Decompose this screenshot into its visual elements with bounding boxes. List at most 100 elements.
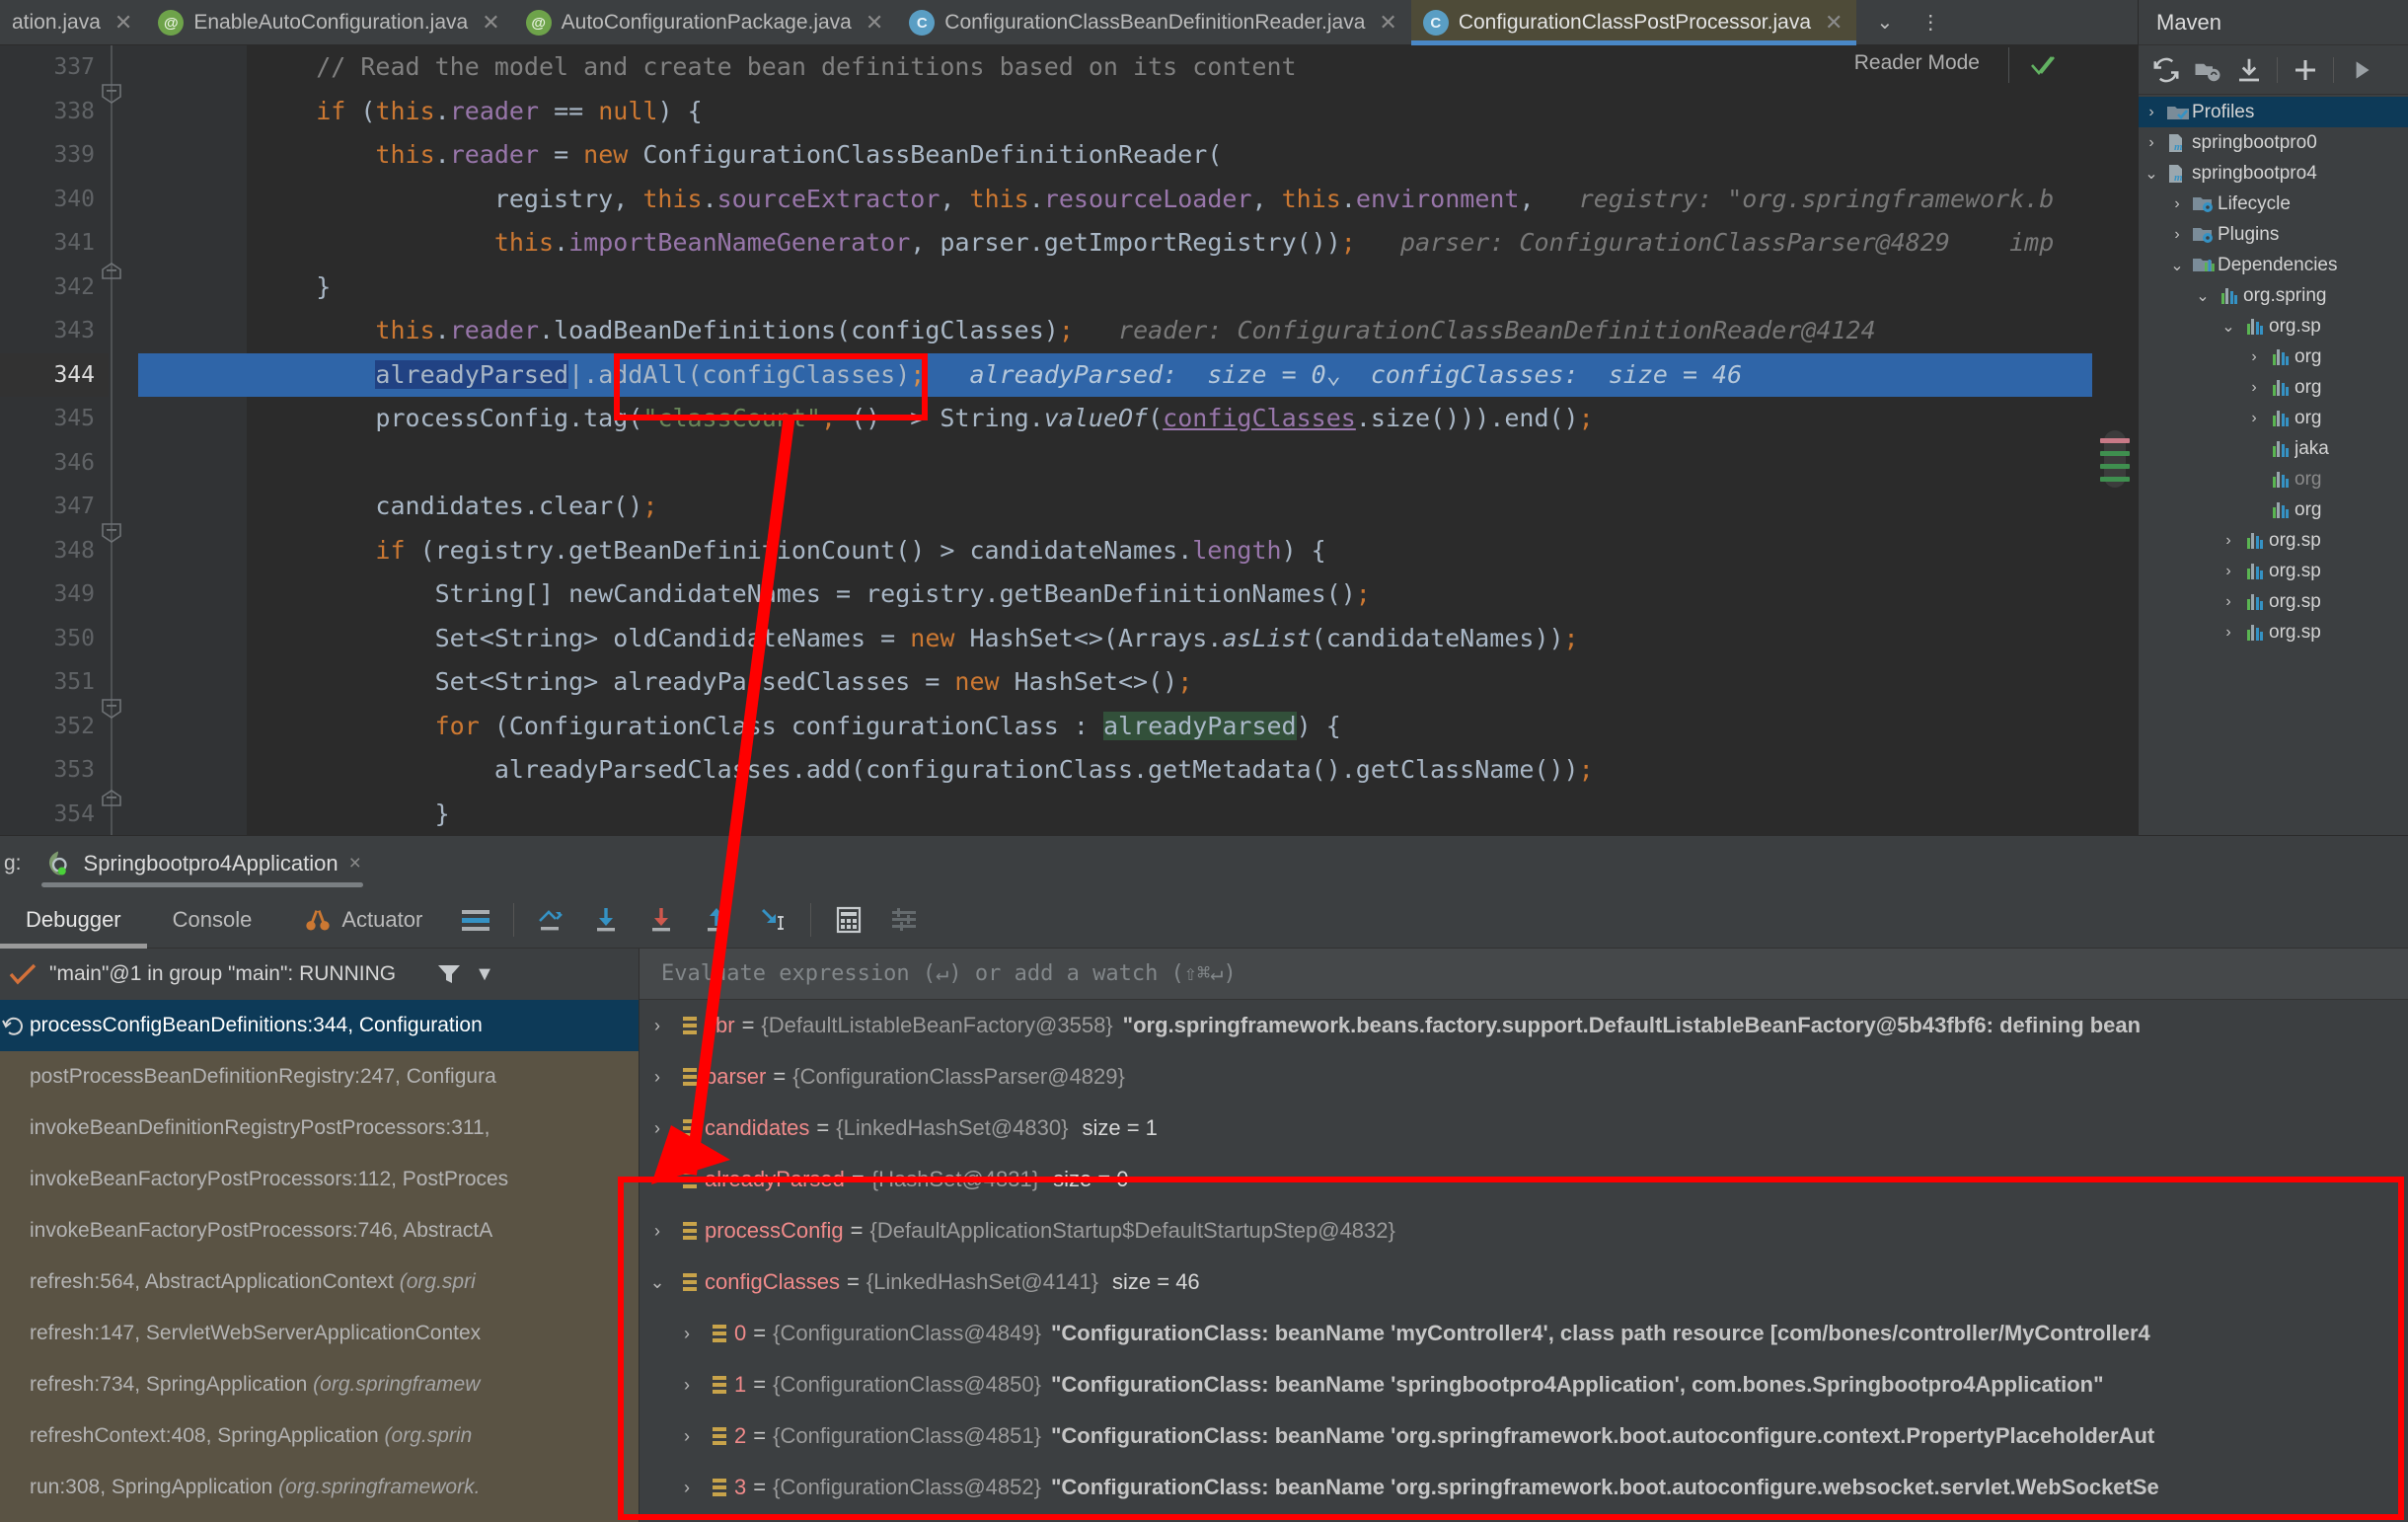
maven-tree-item-lifecycle[interactable]: › Lifecycle — [2139, 189, 2408, 219]
code-line-342[interactable]: } — [247, 266, 2092, 310]
layout-icon[interactable] — [448, 895, 503, 945]
code-text-area[interactable]: // Read the model and create bean defini… — [247, 45, 2092, 835]
maven-tree-item-dependency[interactable]: › org — [2139, 403, 2408, 433]
maven-tree[interactable]: › Profiles › m springbootpro0 ⌄ m spring… — [2139, 95, 2408, 647]
variable-child-row[interactable]: › 3 = {ConfigurationClass@4852} "Configu… — [640, 1462, 2408, 1513]
reload-icon[interactable] — [2146, 50, 2186, 90]
fold-start-icon[interactable] — [101, 83, 122, 105]
code-line-341[interactable]: this.importBeanNameGenerator, parser.get… — [247, 221, 2092, 266]
chevron-right-icon[interactable]: › — [2164, 226, 2190, 244]
frame-row[interactable]: invokeBeanFactoryPostProcessors:112, Pos… — [0, 1154, 639, 1205]
thread-selector[interactable]: "main"@1 in group "main": RUNNING ▼ — [0, 949, 639, 1000]
stripe-mark-change[interactable] — [2100, 464, 2130, 469]
frame-row[interactable]: invokeBeanFactoryPostProcessors:746, Abs… — [0, 1205, 639, 1256]
code-line-349[interactable]: String[] newCandidateNames = registry.ge… — [247, 572, 2092, 617]
chevron-right-icon[interactable]: › — [2241, 379, 2267, 397]
chevron-down-icon[interactable]: ⌄ — [640, 1256, 675, 1308]
maven-tree-item-dependency[interactable]: › org.sp — [2139, 586, 2408, 617]
close-icon[interactable]: ✕ — [482, 10, 499, 36]
code-line-345[interactable]: processConfig.tag("classCount", () -> St… — [247, 397, 2092, 441]
frame-row-selected[interactable]: processConfigBeanDefinitions:344, Config… — [0, 1000, 639, 1051]
stripe-mark-change[interactable] — [2100, 451, 2130, 456]
maven-tree-item-springbootpro4[interactable]: ⌄ m springbootpro4 — [2139, 158, 2408, 189]
force-step-into-icon[interactable] — [635, 895, 690, 945]
download-sources-icon[interactable] — [2229, 50, 2269, 90]
maven-tree-item-dependencies[interactable]: ⌄ Dependencies — [2139, 250, 2408, 280]
variable-child-row[interactable]: › 2 = {ConfigurationClass@4851} "Configu… — [640, 1410, 2408, 1462]
editor-scrollbar-column[interactable] — [2092, 45, 2138, 835]
run-icon[interactable] — [2342, 50, 2381, 90]
variable-child-row[interactable]: › 4 = {ConfigurationClass@4853} "Configu… — [640, 1513, 2408, 1522]
chevron-right-icon[interactable]: › — [640, 1000, 675, 1051]
frame-row[interactable]: refresh:147, ServletWebServerApplication… — [0, 1308, 639, 1359]
code-line-338[interactable]: if (this.reader == null) { — [247, 90, 2092, 134]
debug-session-tab[interactable]: Springbootpro4Application × — [32, 836, 373, 891]
code-line-340[interactable]: registry, this.sourceExtractor, this.res… — [247, 178, 2092, 222]
code-line-352[interactable]: for (ConfigurationClass configurationCla… — [247, 705, 2092, 749]
chevron-right-icon[interactable]: › — [640, 1051, 675, 1103]
code-line-353[interactable]: alreadyParsedClasses.add(configurationCl… — [247, 748, 2092, 793]
maven-tree-item-dependency[interactable]: org — [2139, 464, 2408, 495]
editor-tab-3[interactable]: C ConfigurationClassBeanDefinitionReader… — [897, 0, 1411, 45]
chevron-down-icon[interactable]: ▼ — [475, 963, 494, 986]
step-over-icon[interactable] — [524, 895, 579, 945]
variable-row-alreadyparsed[interactable]: alreadyParsed = {HashSet@4831} size = 0 — [640, 1154, 2408, 1205]
code-line-344-highlighted[interactable]: alreadyParsed|.addAll(configClasses); al… — [247, 352, 2092, 397]
code-line-351[interactable]: Set<String> alreadyParsedClasses = new H… — [247, 660, 2092, 705]
add-icon[interactable] — [2286, 50, 2325, 90]
variable-row-candidates[interactable]: › candidates = {LinkedHashSet@4830} size… — [640, 1103, 2408, 1154]
code-line-354[interactable]: } — [247, 793, 2092, 836]
maven-tree-item-dependency[interactable]: ⌄ org.sp — [2139, 311, 2408, 342]
chevron-down-icon[interactable]: ⌄ — [2216, 317, 2241, 337]
close-icon[interactable]: ✕ — [865, 10, 883, 36]
maven-tree-item-plugins[interactable]: › Plugins — [2139, 219, 2408, 250]
chevron-right-icon[interactable]: › — [669, 1410, 705, 1462]
chevron-right-icon[interactable]: › — [2164, 195, 2190, 213]
maven-tree-item-dependency[interactable]: ⌄ org.spring — [2139, 280, 2408, 311]
maven-tree-item-dependency[interactable]: › org.sp — [2139, 617, 2408, 647]
fold-start-icon[interactable] — [101, 698, 122, 720]
chevron-down-icon[interactable]: ⌄ — [2139, 164, 2164, 184]
fold-end-icon[interactable] — [101, 259, 122, 280]
variable-row-sbr[interactable]: › sbr = {DefaultListableBeanFactory@3558… — [640, 1000, 2408, 1051]
maven-tree-item-springbootpro0[interactable]: › m springbootpro0 — [2139, 127, 2408, 158]
code-line-348[interactable]: if (registry.getBeanDefinitionCount() > … — [247, 529, 2092, 573]
maven-tree-item-profiles[interactable]: › Profiles — [2139, 97, 2408, 127]
variable-child-row[interactable]: › 0 = {ConfigurationClass@4849} "Configu… — [640, 1308, 2408, 1359]
chevron-right-icon[interactable]: › — [2241, 410, 2267, 427]
variables-list[interactable]: › sbr = {DefaultListableBeanFactory@3558… — [640, 1000, 2408, 1522]
tab-actuator[interactable]: Actuator — [277, 891, 448, 949]
editor-tab-2[interactable]: @ AutoConfigurationPackage.java ✕ — [514, 0, 898, 45]
close-icon[interactable]: ✕ — [1379, 10, 1396, 36]
inspections-ok-icon[interactable] — [2029, 51, 2063, 81]
close-icon[interactable]: ✕ — [1825, 10, 1843, 36]
stripe-mark-change[interactable] — [2100, 477, 2130, 482]
chevron-down-icon[interactable]: ⌄ — [2164, 256, 2190, 275]
frame-row[interactable]: refresh:564, AbstractApplicationContext … — [0, 1256, 639, 1308]
close-icon[interactable]: ✕ — [114, 10, 132, 36]
chevron-down-icon[interactable]: ⌄ — [1862, 10, 1907, 35]
settings-icon[interactable] — [876, 895, 932, 945]
maven-tree-item-dependency[interactable]: org — [2139, 495, 2408, 525]
fold-start-icon[interactable] — [101, 522, 122, 544]
code-line-346[interactable] — [247, 441, 2092, 486]
maven-tree-item-dependency[interactable]: › org.sp — [2139, 556, 2408, 586]
fold-end-icon[interactable] — [101, 786, 122, 807]
frame-row[interactable]: run:1306, SpringApplication (org.springf… — [0, 1513, 639, 1522]
step-into-icon[interactable] — [579, 895, 635, 945]
maven-tree-item-dependency[interactable]: › org — [2139, 372, 2408, 403]
chevron-right-icon[interactable]: › — [2139, 134, 2164, 152]
code-editor[interactable]: 337 338 339 340 341 342 343 344 345 346 … — [0, 45, 2138, 835]
variable-row-configclasses[interactable]: ⌄ configClasses = {LinkedHashSet@4141} s… — [640, 1256, 2408, 1308]
reload-all-icon[interactable] — [2188, 50, 2227, 90]
frame-row[interactable]: run:308, SpringApplication (org.springfr… — [0, 1462, 639, 1513]
chevron-right-icon[interactable]: › — [669, 1359, 705, 1410]
chevron-right-icon[interactable]: › — [2216, 624, 2241, 642]
editor-tab-4-active[interactable]: C ConfigurationClassPostProcessor.java ✕ — [1410, 0, 1857, 45]
variable-child-row[interactable]: › 1 = {ConfigurationClass@4850} "Configu… — [640, 1359, 2408, 1410]
chevron-right-icon[interactable]: › — [669, 1462, 705, 1513]
chevron-right-icon[interactable]: › — [2139, 104, 2164, 121]
chevron-right-icon[interactable]: › — [669, 1513, 705, 1522]
editor-tab-0[interactable]: ation.java ✕ — [0, 0, 146, 45]
more-options-icon[interactable]: ⋮ — [1907, 10, 1954, 35]
